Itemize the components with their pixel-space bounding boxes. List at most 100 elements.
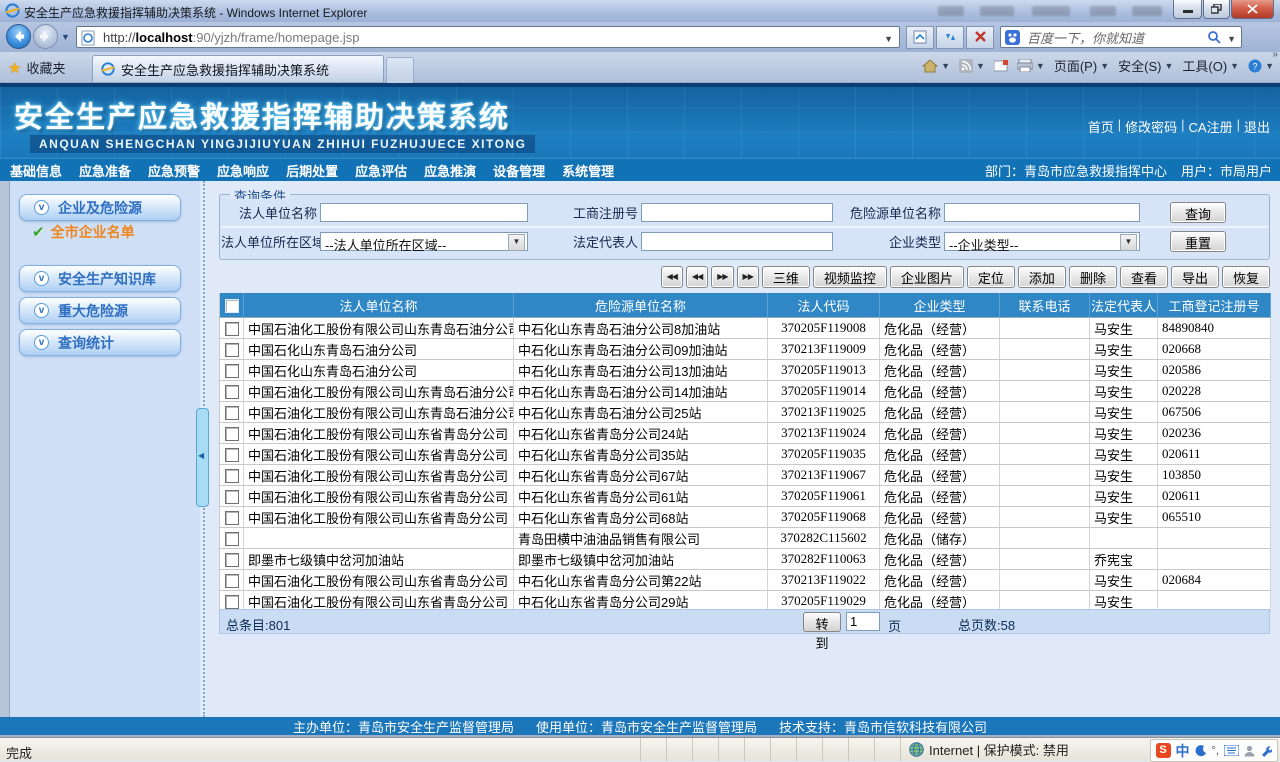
table-row[interactable]: 中国石油化工股份有限公司山东省青岛分公司 中石化山东省青岛分公司68站 3702…: [219, 506, 1271, 528]
row-checkbox[interactable]: [224, 552, 239, 567]
next-page-button[interactable]: ▶▶: [711, 266, 734, 288]
row-checkbox[interactable]: [224, 573, 239, 588]
row-checkbox[interactable]: [224, 384, 239, 399]
url-dropdown-icon[interactable]: ▼: [884, 34, 893, 44]
row-checkbox[interactable]: [224, 426, 239, 441]
page-number-input[interactable]: [846, 612, 880, 631]
search-box[interactable]: ▼: [1000, 26, 1242, 48]
stop-button[interactable]: [966, 26, 994, 49]
select-all-checkbox[interactable]: [224, 298, 239, 313]
row-checkbox[interactable]: [224, 342, 239, 357]
toolbar-button[interactable]: 视频监控: [812, 266, 887, 288]
reset-button[interactable]: 重置: [1170, 231, 1226, 252]
search-icon[interactable]: [1207, 30, 1221, 44]
history-dropdown-icon[interactable]: ▼: [61, 32, 70, 42]
table-row[interactable]: 中国石油化工股份有限公司山东青岛石油分公司 中石化山东青岛石油分公司25站 37…: [219, 401, 1271, 423]
row-checkbox[interactable]: [224, 321, 239, 336]
minimize-button[interactable]: [1173, 0, 1202, 19]
enterprise-type-select[interactable]: --企业类型-- ▼: [944, 232, 1140, 253]
header-link[interactable]: 退出: [1244, 117, 1270, 136]
sidebar-group-query-statistics[interactable]: v 查询统计: [19, 329, 181, 356]
toolbar-button[interactable]: 定位: [966, 266, 1015, 288]
table-row[interactable]: 中国石油化工股份有限公司山东青岛石油分公司 中石化山东青岛石油分公司14加油站 …: [219, 380, 1271, 402]
feeds-button[interactable]: ▼: [959, 58, 985, 73]
nav-menu-item[interactable]: 应急准备: [79, 161, 131, 180]
legal-region-select[interactable]: --法人单位所在区域-- ▼: [320, 232, 528, 253]
page-menu[interactable]: 页面(P) ▼: [1054, 56, 1109, 75]
nav-menu-item[interactable]: 应急评估: [355, 161, 407, 180]
first-page-button[interactable]: ◀◀: [660, 266, 683, 288]
nav-menu-item[interactable]: 设备管理: [493, 161, 545, 180]
toolbar-button[interactable]: 三维: [761, 266, 810, 288]
row-checkbox[interactable]: [224, 405, 239, 420]
address-field[interactable]: http://localhost:90/yjzh/frame/homepage.…: [76, 26, 900, 48]
header-link[interactable]: 首页: [1088, 117, 1114, 136]
moon-icon[interactable]: [1195, 744, 1207, 757]
favorites-button[interactable]: ★ 收藏夹: [8, 58, 65, 77]
search-input[interactable]: [1025, 28, 1199, 48]
punctuation-mode-icon[interactable]: °,: [1212, 745, 1219, 757]
row-checkbox[interactable]: [224, 510, 239, 525]
user-icon[interactable]: [1244, 745, 1255, 757]
help-menu[interactable]: ? ▼: [1248, 59, 1274, 73]
row-checkbox[interactable]: [224, 363, 239, 378]
header-link[interactable]: 修改密码: [1125, 117, 1177, 136]
home-button[interactable]: ▼: [922, 58, 950, 73]
row-checkbox[interactable]: [224, 489, 239, 504]
sidebar-group-enterprise-hazard[interactable]: v 企业及危险源: [19, 194, 181, 221]
sidebar-group-safety-knowledge[interactable]: v 安全生产知识库: [19, 265, 181, 292]
toolbar-button[interactable]: 添加: [1017, 266, 1066, 288]
search-button[interactable]: 查询: [1170, 202, 1226, 223]
row-checkbox[interactable]: [224, 468, 239, 483]
toolbar-button[interactable]: 查看: [1119, 266, 1168, 288]
table-row[interactable]: 青岛田横中油油品销售有限公司 370282C115602 危化品（储存）: [219, 527, 1271, 549]
nav-menu-item[interactable]: 应急响应: [217, 161, 269, 180]
table-row[interactable]: 中国石油化工股份有限公司山东青岛石油分公司 中石化山东青岛石油分公司8加油站 3…: [219, 317, 1271, 339]
chinese-mode-icon[interactable]: 中: [1176, 741, 1190, 761]
toolbar-button[interactable]: 企业图片: [889, 266, 964, 288]
print-button[interactable]: ▼: [1016, 59, 1045, 72]
new-tab-button[interactable]: [386, 57, 414, 83]
soft-keyboard-icon[interactable]: [1224, 745, 1239, 756]
table-row[interactable]: 中国石化山东青岛石油分公司 中石化山东青岛石油分公司13加油站 370205F1…: [219, 359, 1271, 381]
table-row[interactable]: 中国石油化工股份有限公司山东省青岛分公司 中石化山东省青岛分公司35站 3702…: [219, 443, 1271, 465]
restore-button[interactable]: [1203, 0, 1230, 19]
sidebar-collapse-handle[interactable]: ◀: [196, 408, 209, 507]
read-mail-button[interactable]: [993, 59, 1008, 72]
nav-menu-item[interactable]: 应急预警: [148, 161, 200, 180]
table-row[interactable]: 即墨市七级镇中岔河加油站 即墨市七级镇中岔河加油站 370282F110063 …: [219, 548, 1271, 570]
compatibility-view-button[interactable]: [906, 26, 934, 49]
toolbar-button[interactable]: 恢复: [1221, 266, 1270, 288]
search-dropdown-icon[interactable]: ▼: [1227, 34, 1236, 44]
sidebar-item-city-enterprise-list[interactable]: ✔ 全市企业名单: [32, 222, 135, 242]
toolbar-button[interactable]: 导出: [1170, 266, 1219, 288]
forward-button[interactable]: [33, 24, 58, 49]
overflow-chevron-icon[interactable]: »: [1272, 49, 1278, 60]
close-button[interactable]: [1231, 0, 1274, 19]
sogou-ime-icon[interactable]: S: [1155, 743, 1171, 758]
table-row[interactable]: 中国石油化工股份有限公司山东省青岛分公司 中石化山东省青岛分公司24站 3702…: [219, 422, 1271, 444]
nav-menu-item[interactable]: 后期处置: [286, 161, 338, 180]
nav-menu-item[interactable]: 基础信息: [10, 161, 62, 180]
header-link[interactable]: CA注册: [1189, 117, 1233, 136]
prev-page-button[interactable]: ◀◀: [685, 266, 709, 288]
table-row[interactable]: 中国石油化工股份有限公司山东省青岛分公司 中石化山东省青岛分公司67站 3702…: [219, 464, 1271, 486]
nav-menu-item[interactable]: 系统管理: [562, 161, 614, 180]
table-row[interactable]: 中国石油化工股份有限公司山东省青岛分公司 中石化山东省青岛分公司第22站 370…: [219, 569, 1271, 591]
row-checkbox[interactable]: [224, 531, 239, 546]
row-checkbox[interactable]: [224, 594, 239, 609]
last-page-button[interactable]: ▶▶: [736, 266, 759, 288]
legal-representative-input[interactable]: [641, 232, 833, 251]
legal-name-input[interactable]: [320, 203, 528, 222]
refresh-button[interactable]: [936, 26, 964, 49]
toolbar-button[interactable]: 删除: [1068, 266, 1117, 288]
goto-page-button[interactable]: 转到: [803, 612, 841, 651]
back-button[interactable]: [6, 24, 31, 49]
tools-menu[interactable]: 工具(O) ▼: [1182, 56, 1239, 75]
table-row[interactable]: 中国石化山东青岛石油分公司 中石化山东青岛石油分公司09加油站 370213F1…: [219, 338, 1271, 360]
browser-tab-active[interactable]: 安全生产应急救援指挥辅助决策系统: [92, 55, 384, 82]
business-reg-input[interactable]: [641, 203, 833, 222]
hazard-unit-input[interactable]: [944, 203, 1140, 222]
table-row[interactable]: 中国石油化工股份有限公司山东省青岛分公司 中石化山东省青岛分公司61站 3702…: [219, 485, 1271, 507]
wrench-settings-icon[interactable]: [1260, 745, 1272, 757]
